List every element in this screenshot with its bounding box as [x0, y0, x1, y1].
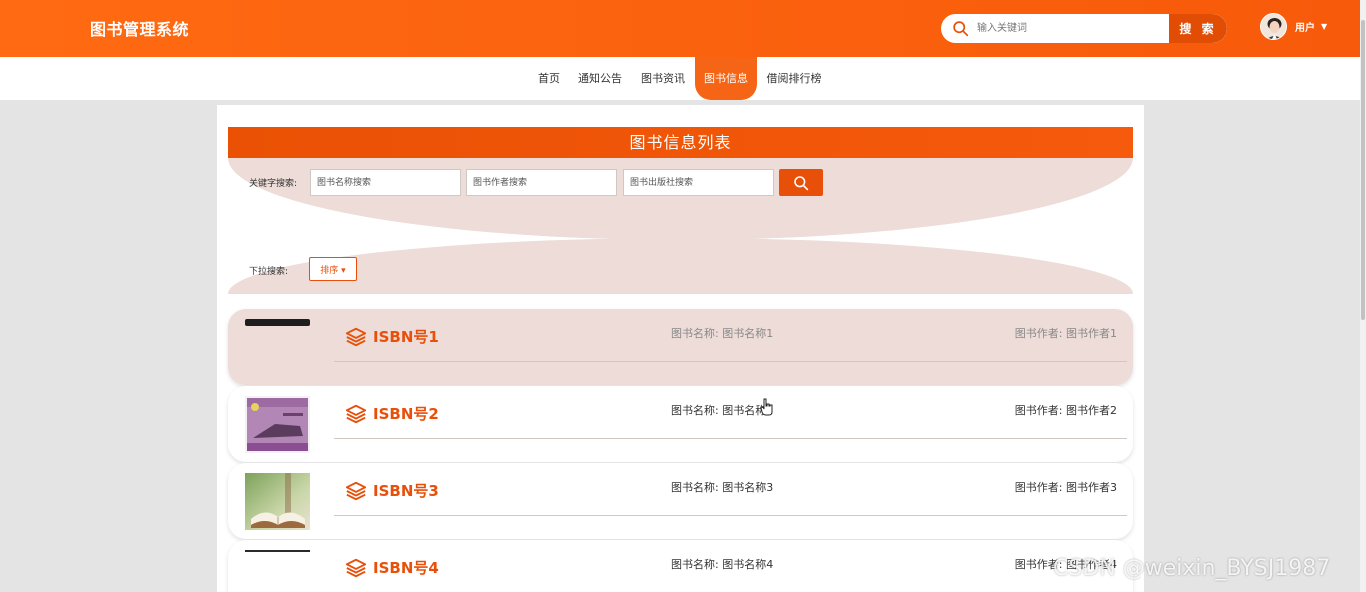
avatar[interactable] [1260, 12, 1287, 40]
book-name: 图书名称: 图书名称2 [671, 404, 774, 417]
book-cover-image [245, 473, 310, 530]
keyword-search-button[interactable] [779, 169, 823, 196]
header-search-input[interactable] [977, 18, 1167, 39]
book-publisher-search-input[interactable] [623, 169, 774, 196]
book-author: 图书作者: 图书作者3 [1014, 481, 1117, 494]
site-brand[interactable]: 图书管理系统 [90, 16, 189, 40]
nav-item-notices[interactable]: 通知公告 [573, 57, 627, 100]
row-divider [334, 515, 1127, 516]
book-row[interactable]: ISBN号4 图书名称: 图书名称4 图书作者: 图书作者4 [228, 540, 1133, 592]
caret-down-icon[interactable]: ▼ [1321, 22, 1327, 31]
nav-item-book-info[interactable]: 图书信息 [695, 57, 757, 100]
book-isbn[interactable]: ISBN号2 [373, 403, 439, 424]
dropdown-search-label: 下拉搜索: [249, 267, 289, 277]
header-search-button[interactable]: 搜 索 [1169, 14, 1227, 43]
book-cover-image [245, 550, 310, 552]
nav-item-home[interactable]: 首页 [530, 57, 568, 100]
header-search-bar: 搜 索 [941, 14, 1227, 43]
book-cover[interactable] [245, 319, 310, 376]
book-cover[interactable] [245, 550, 310, 592]
layers-icon [345, 404, 367, 424]
layers-icon [345, 558, 367, 578]
dropdown-search-area [228, 238, 1133, 294]
page-title: 图书信息列表 [228, 127, 1133, 158]
book-cover-image [245, 319, 310, 326]
top-header: 图书管理系统 搜 索 用户 ▼ [0, 0, 1366, 57]
book-row[interactable]: ISBN号1 图书名称: 图书名称1 图书作者: 图书作者1 [228, 309, 1133, 385]
book-author-search-input[interactable] [466, 169, 617, 196]
row-divider [334, 361, 1127, 362]
user-name[interactable]: 用户 [1295, 19, 1315, 34]
hand-cursor-icon [760, 398, 773, 416]
book-author: 图书作者: 图书作者2 [1014, 404, 1117, 417]
book-row[interactable]: ISBN号2 图书名称: 图书名称2 图书作者: 图书作者2 [228, 386, 1133, 462]
watermark-text: CSDN @weixin_BYSJ1987 [1053, 556, 1331, 581]
user-menu[interactable]: 用户 ▼ [1260, 12, 1327, 40]
layers-icon [345, 481, 367, 501]
sort-dropdown-button[interactable]: 排序 ▾ [309, 257, 357, 281]
book-name-search-input[interactable] [310, 169, 461, 196]
avatar-image [1261, 13, 1286, 39]
book-isbn[interactable]: ISBN号3 [373, 480, 439, 501]
book-row[interactable]: ISBN号3 图书名称: 图书名称3 图书作者: 图书作者3 [228, 463, 1133, 539]
book-isbn[interactable]: ISBN号1 [373, 326, 439, 347]
nav-item-ranking[interactable]: 借阅排行榜 [762, 57, 826, 100]
book-cover-image [245, 396, 310, 453]
book-author: 图书作者: 图书作者1 [1014, 327, 1117, 340]
book-list-panel: 图书信息列表 关键字搜索: 下拉搜索: 排序 ▾ ISBN号1 图书名称: 图书… [217, 105, 1144, 592]
book-isbn[interactable]: ISBN号4 [373, 557, 439, 578]
scrollbar-thumb[interactable] [1361, 20, 1365, 320]
nav-item-news[interactable]: 图书资讯 [636, 57, 690, 100]
keyword-search-label: 关键字搜索: [249, 179, 298, 189]
book-name: 图书名称: 图书名称3 [671, 481, 774, 494]
search-icon [953, 21, 969, 37]
main-nav: 首页 通知公告 图书资讯 图书信息 借阅排行榜 [0, 57, 1366, 100]
book-cover[interactable] [245, 396, 310, 453]
book-name: 图书名称: 图书名称1 [671, 327, 774, 340]
book-cover[interactable] [245, 473, 310, 530]
row-divider [334, 438, 1127, 439]
book-name: 图书名称: 图书名称4 [671, 558, 774, 571]
layers-icon [345, 327, 367, 347]
search-icon [794, 175, 809, 190]
